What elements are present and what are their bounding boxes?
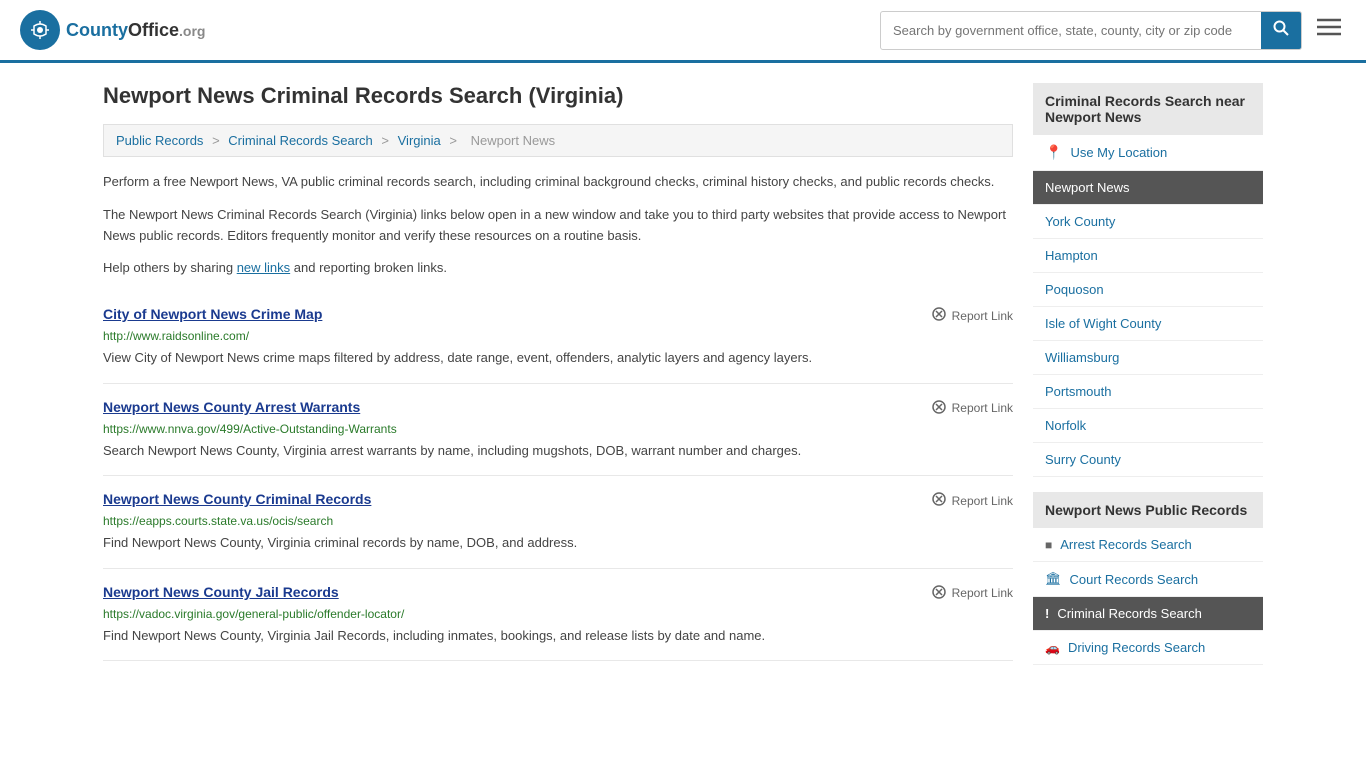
record-entry: Newport News County Criminal Records Rep… (103, 476, 1013, 569)
pr-icon-2: ! (1045, 606, 1049, 621)
breadcrumb-sep-2: > (381, 133, 392, 148)
breadcrumb-sep-3: > (449, 133, 460, 148)
pr-label-3: Driving Records Search (1068, 640, 1205, 655)
report-icon-2 (931, 491, 947, 510)
logo-icon (20, 10, 60, 50)
public-records-item-3[interactable]: 🚗 Driving Records Search (1033, 631, 1263, 665)
nearby-item-3[interactable]: Poquoson (1033, 273, 1263, 307)
public-records-section: Newport News Public Records ■ Arrest Reco… (1033, 492, 1263, 665)
description-para3-prefix: Help others by sharing (103, 260, 237, 275)
pr-icon-0: ■ (1045, 538, 1052, 552)
nearby-item-5[interactable]: Williamsburg (1033, 341, 1263, 375)
description-para2: The Newport News Criminal Records Search… (103, 205, 1013, 247)
description-para1: Perform a free Newport News, VA public c… (103, 172, 1013, 193)
breadcrumb-current: Newport News (471, 133, 556, 148)
public-records-item-1[interactable]: 🏛 Court Records Search (1033, 562, 1263, 597)
report-icon-3 (931, 584, 947, 603)
report-link-0[interactable]: Report Link (931, 306, 1013, 325)
pr-label-0: Arrest Records Search (1060, 537, 1192, 552)
report-link-2[interactable]: Report Link (931, 491, 1013, 510)
record-url-1[interactable]: https://www.nnva.gov/499/Active-Outstand… (103, 422, 1013, 436)
report-label-0: Report Link (952, 309, 1013, 323)
site-header: CountyOffice.org (0, 0, 1366, 63)
description-para3-suffix: and reporting broken links. (290, 260, 447, 275)
breadcrumb-criminal-records[interactable]: Criminal Records Search (228, 133, 373, 148)
record-url-3[interactable]: https://vadoc.virginia.gov/general-publi… (103, 607, 1013, 621)
nearby-header: Criminal Records Search near Newport New… (1033, 83, 1263, 135)
nearby-item-6[interactable]: Portsmouth (1033, 375, 1263, 409)
record-title-1[interactable]: Newport News County Arrest Warrants (103, 399, 360, 415)
record-desc-3: Find Newport News County, Virginia Jail … (103, 626, 1013, 646)
new-links-link[interactable]: new links (237, 260, 290, 275)
report-label-1: Report Link (952, 401, 1013, 415)
record-desc-0: View City of Newport News crime maps fil… (103, 348, 1013, 368)
main-content: Newport News Criminal Records Search (Vi… (103, 83, 1013, 680)
header-right (880, 11, 1346, 50)
record-header: Newport News County Criminal Records Rep… (103, 491, 1013, 510)
use-location-label: Use My Location (1070, 145, 1167, 160)
nearby-item-1[interactable]: York County (1033, 205, 1263, 239)
report-icon-1 (931, 399, 947, 418)
record-entry: City of Newport News Crime Map Report Li… (103, 291, 1013, 384)
report-label-3: Report Link (952, 586, 1013, 600)
breadcrumb: Public Records > Criminal Records Search… (103, 124, 1013, 157)
record-url-2[interactable]: https://eapps.courts.state.va.us/ocis/se… (103, 514, 1013, 528)
nearby-items-container: Newport NewsYork CountyHamptonPoquosonIs… (1033, 171, 1263, 477)
record-title-0[interactable]: City of Newport News Crime Map (103, 306, 322, 322)
logo-text: CountyOffice.org (66, 20, 205, 40)
use-location-item[interactable]: 📍 Use My Location (1033, 135, 1263, 171)
public-records-container: ■ Arrest Records Search 🏛 Court Records Sea… (1033, 528, 1263, 665)
record-title-2[interactable]: Newport News County Criminal Records (103, 491, 371, 507)
nearby-item-8[interactable]: Surry County (1033, 443, 1263, 477)
record-entry: Newport News County Jail Records Report … (103, 569, 1013, 662)
public-records-item-2[interactable]: ! Criminal Records Search (1033, 597, 1263, 631)
pr-icon-3: 🚗 (1045, 641, 1060, 655)
record-header: Newport News County Arrest Warrants Repo… (103, 399, 1013, 418)
description-para3: Help others by sharing new links and rep… (103, 258, 1013, 279)
nearby-item-2[interactable]: Hampton (1033, 239, 1263, 273)
breadcrumb-sep-1: > (212, 133, 223, 148)
nearby-item-4[interactable]: Isle of Wight County (1033, 307, 1263, 341)
report-link-1[interactable]: Report Link (931, 399, 1013, 418)
records-container: City of Newport News Crime Map Report Li… (103, 291, 1013, 661)
menu-icon[interactable] (1312, 12, 1346, 48)
search-bar (880, 11, 1302, 50)
public-records-item-0[interactable]: ■ Arrest Records Search (1033, 528, 1263, 562)
logo-area[interactable]: CountyOffice.org (20, 10, 205, 50)
pr-icon-1: 🏛 (1045, 571, 1062, 587)
report-link-3[interactable]: Report Link (931, 584, 1013, 603)
public-records-header: Newport News Public Records (1033, 492, 1263, 528)
breadcrumb-public-records[interactable]: Public Records (116, 133, 203, 148)
record-header: City of Newport News Crime Map Report Li… (103, 306, 1013, 325)
nearby-section: Criminal Records Search near Newport New… (1033, 83, 1263, 477)
record-desc-2: Find Newport News County, Virginia crimi… (103, 533, 1013, 553)
pr-label-2: Criminal Records Search (1057, 606, 1202, 621)
search-button[interactable] (1261, 12, 1301, 49)
record-url-0[interactable]: http://www.raidsonline.com/ (103, 329, 1013, 343)
sidebar: Criminal Records Search near Newport New… (1033, 83, 1263, 680)
report-label-2: Report Link (952, 494, 1013, 508)
nearby-item-0[interactable]: Newport News (1033, 171, 1263, 205)
report-icon-0 (931, 306, 947, 325)
record-header: Newport News County Jail Records Report … (103, 584, 1013, 603)
record-desc-1: Search Newport News County, Virginia arr… (103, 441, 1013, 461)
pr-label-1: Court Records Search (1070, 572, 1199, 587)
search-input[interactable] (881, 15, 1261, 46)
record-entry: Newport News County Arrest Warrants Repo… (103, 384, 1013, 477)
main-container: Newport News Criminal Records Search (Vi… (83, 63, 1283, 700)
breadcrumb-virginia[interactable]: Virginia (398, 133, 441, 148)
pin-icon: 📍 (1045, 144, 1062, 161)
record-title-3[interactable]: Newport News County Jail Records (103, 584, 339, 600)
page-title: Newport News Criminal Records Search (Vi… (103, 83, 1013, 109)
nearby-item-7[interactable]: Norfolk (1033, 409, 1263, 443)
